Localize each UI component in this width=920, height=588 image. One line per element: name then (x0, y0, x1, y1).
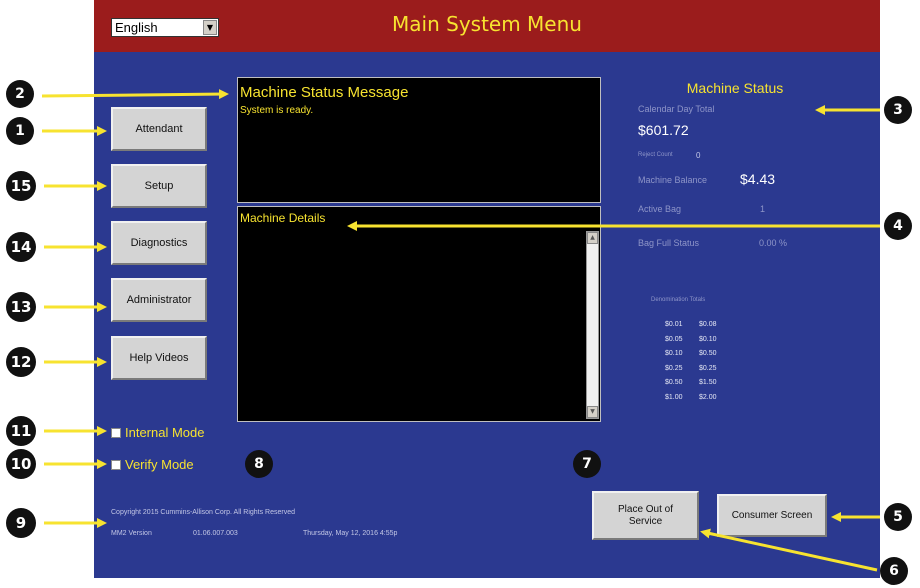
callout-9: 9 (6, 508, 36, 538)
callout-15: 15 (6, 171, 36, 201)
callout-5: 5 (884, 503, 912, 531)
callout-8: 8 (245, 450, 273, 478)
callout-2: 2 (6, 80, 34, 108)
callout-11: 11 (6, 416, 36, 446)
callout-10: 10 (6, 449, 36, 479)
callout-14: 14 (6, 232, 36, 262)
callout-12: 12 (6, 347, 36, 377)
callout-4: 4 (884, 212, 912, 240)
arrow-6 (700, 528, 878, 572)
callout-6: 6 (880, 557, 908, 585)
callout-arrows (41, 89, 880, 572)
callout-13: 13 (6, 292, 36, 322)
callout-1: 1 (6, 117, 34, 145)
callout-7: 7 (573, 450, 601, 478)
callout-3: 3 (884, 96, 912, 124)
arrow-2 (41, 89, 229, 100)
